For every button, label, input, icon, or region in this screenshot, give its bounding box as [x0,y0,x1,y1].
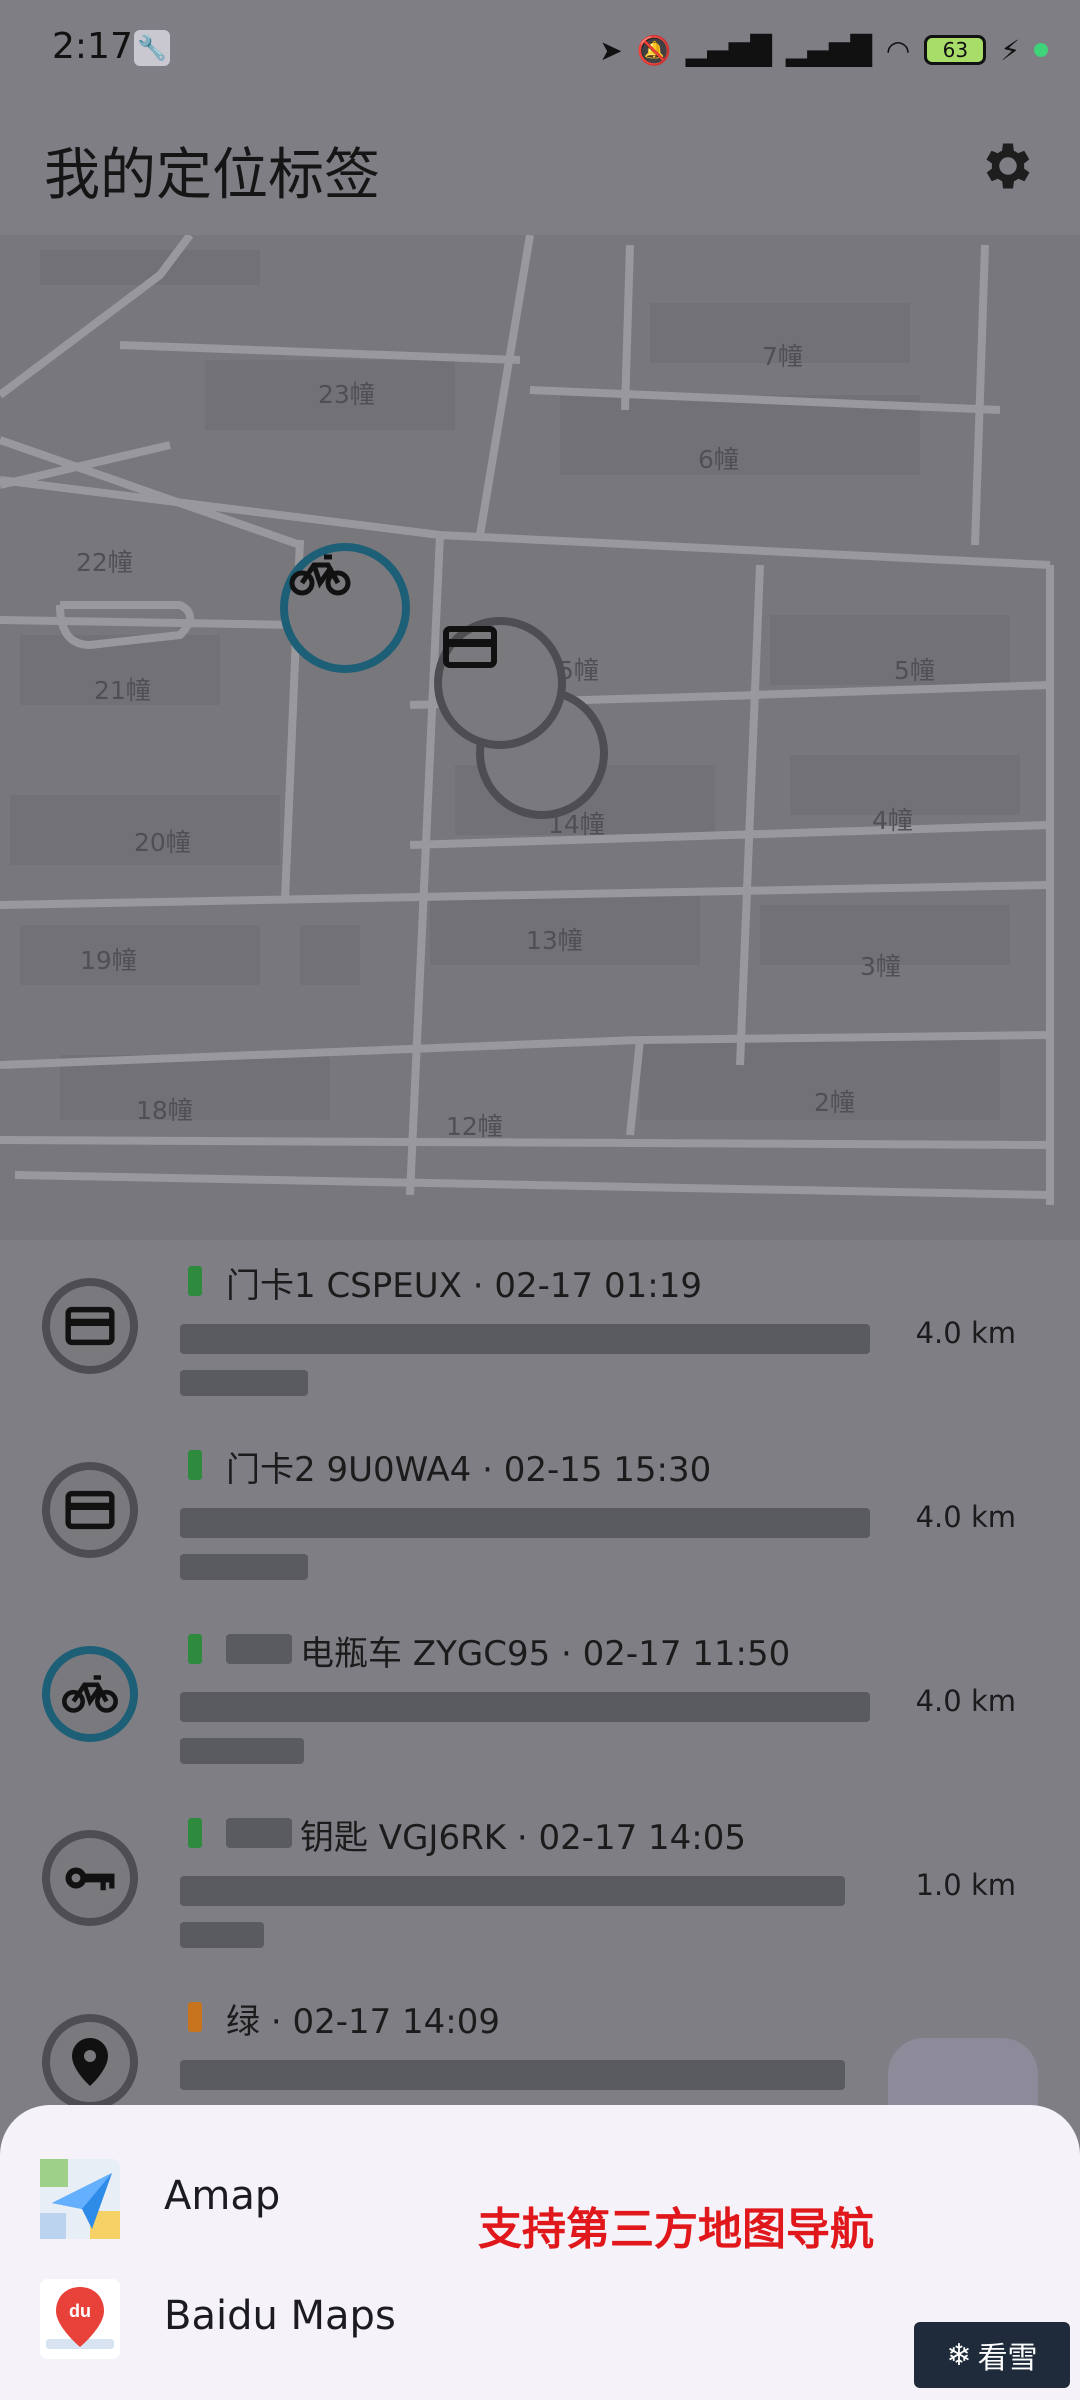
gear-icon[interactable] [978,136,1038,196]
list-item[interactable]: 电瓶车 ZYGC95 · 02-17 11:50 4.0 km [0,1608,1080,1792]
tag-distance: 4.0 km [915,1500,1016,1534]
bike-icon [42,1646,138,1742]
building-label: 22幢 [76,548,133,577]
battery-level-icon [188,1818,202,1848]
tag-time: 02-17 11:50 [582,1634,791,1674]
bell-muted-icon: 🔕 [636,33,672,67]
tag-time: 02-15 15:30 [503,1450,712,1490]
redacted-address [180,1554,308,1580]
promo-caption: 支持第三方地图导航 [478,2204,874,2255]
tag-time: 02-17 01:19 [494,1266,702,1306]
battery-level-icon [188,1450,202,1480]
list-item[interactable]: 门卡2 9U0WA4 · 02-15 15:30 4.0 km [0,1424,1080,1608]
tag-list[interactable]: 门卡1 CSPEUX · 02-17 01:19 4.0 km 门卡2 9U0W… [0,1240,1080,2148]
status-bar: 2:17 🔧 ➤ 🔕 ▂▄▆█ ▂▄▆█ ◠ 63 ⚡ [0,0,1080,100]
amap-label: Amap [164,2173,281,2219]
key-icon [42,1830,138,1926]
battery-icon: 63 [924,35,987,65]
status-time: 2:17 [52,26,133,67]
map-marker-bike[interactable] [280,543,410,673]
card-icon [42,1462,138,1558]
list-item[interactable]: 钥匙 VGJ6RK · 02-17 14:05 1.0 km [0,1792,1080,1976]
wrench-icon: 🔧 [134,30,170,66]
signal-icon: ▂▄▆█ [785,33,872,67]
redacted-address [180,1324,870,1354]
separator: · [270,2002,282,2042]
tag-header: 绿 · 02-17 14:09 [226,1994,500,2043]
tag-distance: 1.0 km [915,1868,1016,1902]
building-label: 20幢 [134,828,191,857]
building-label: 13幢 [526,926,583,955]
building-label: 3幢 [860,952,901,981]
tag-distance: 4.0 km [915,1316,1016,1350]
battery-level-icon [188,1266,202,1296]
redacted-name [226,1818,292,1848]
tag-name: 绿 [226,2002,260,2042]
signal-hd-icon: ▂▄▆█ [685,33,772,67]
wifi-icon: ◠ [885,33,911,67]
tag-distance: 4.0 km [915,1684,1016,1718]
tag-header: 钥匙 VGJ6RK · 02-17 14:05 [300,1810,746,1859]
tag-header: 门卡1 CSPEUX · 02-17 01:19 [226,1258,702,1307]
redacted-address [180,1876,845,1906]
bike-icon [289,554,351,596]
tag-time: 02-17 14:09 [292,2002,501,2042]
snowflake-icon: ❄ [946,2337,972,2373]
tag-time: 02-17 14:05 [538,1818,747,1858]
building-label: 6幢 [698,445,739,474]
tag-name: 电瓶车 ZYGC95 [300,1634,551,1674]
watermark-text: 看雪 [977,2341,1038,2376]
tag-name: 钥匙 VGJ6RK [300,1818,506,1858]
redacted-address [180,2060,845,2090]
redacted-address [180,1508,870,1538]
svg-text:du: du [69,2301,91,2321]
separator: · [472,1266,484,1306]
tag-name: 门卡2 9U0WA4 [226,1450,472,1490]
building-label: 19幢 [80,946,137,975]
page-title: 我的定位标签 [44,143,380,208]
amap-icon [40,2159,120,2239]
redacted-address [180,1692,870,1722]
baidu-maps-icon: du [40,2279,120,2359]
tag-name: 门卡1 CSPEUX [226,1266,462,1306]
building-label: 23幢 [318,380,375,409]
privacy-dot-icon [1034,43,1048,57]
location-arrow-icon: ➤ [599,33,623,67]
app-bar: 我的定位标签 [0,100,1080,235]
tag-header: 电瓶车 ZYGC95 · 02-17 11:50 [300,1626,790,1675]
redacted-address [180,1738,304,1764]
watermark-logo: ❄ 看雪 [914,2322,1070,2388]
building-label: 18幢 [136,1096,193,1125]
tag-header: 门卡2 9U0WA4 · 02-15 15:30 [226,1442,711,1491]
redacted-name [226,1634,292,1664]
battery-level-icon [188,1634,202,1664]
building-label: 2幢 [814,1088,855,1117]
card-icon [42,1278,138,1374]
charging-icon: ⚡ [1000,33,1020,67]
list-item[interactable]: 门卡1 CSPEUX · 02-17 01:19 4.0 km [0,1240,1080,1424]
separator: · [561,1634,572,1674]
battery-level-icon [188,2002,202,2032]
card-icon [443,626,497,668]
status-icons: ➤ 🔕 ▂▄▆█ ▂▄▆█ ◠ 63 ⚡ [599,28,1048,72]
location-pin-icon [42,2014,138,2110]
separator: · [482,1450,493,1490]
separator: · [516,1818,528,1858]
redacted-address [180,1370,308,1396]
building-label: 12幢 [446,1112,503,1141]
building-label: 7幢 [762,342,803,371]
building-label: 4幢 [872,806,913,835]
building-label: 5幢 [894,656,935,685]
redacted-address [180,1922,264,1948]
building-label: 21幢 [94,676,151,705]
baidu-maps-label: Baidu Maps [164,2293,396,2339]
map-view[interactable]: 7幢 23幢 6幢 22幢 21幢 5幢 5幢 14幢 4幢 20幢 13幢 1… [0,235,1080,1240]
map-marker-card[interactable] [434,617,566,749]
